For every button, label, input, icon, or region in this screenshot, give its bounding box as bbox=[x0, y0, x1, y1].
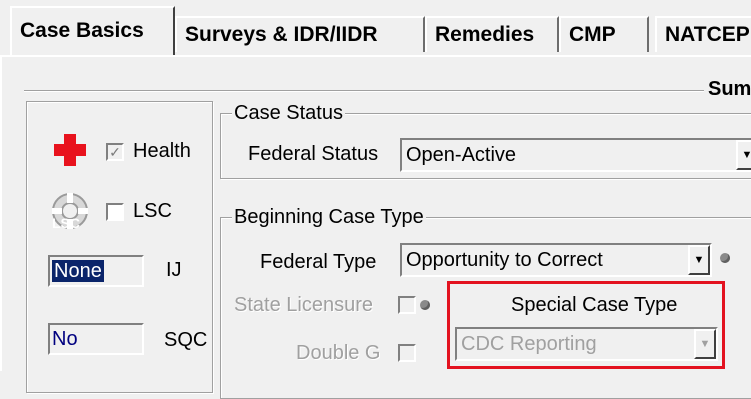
double-g-checkbox[interactable] bbox=[398, 344, 416, 362]
tab-label: Case Basics bbox=[20, 19, 144, 42]
red-cross-icon bbox=[54, 134, 86, 166]
double-g-label: Double G bbox=[296, 342, 381, 364]
lsc-wheel-icon: LSC bbox=[50, 191, 90, 231]
tab-natcep[interactable]: NATCEP bbox=[655, 16, 751, 52]
special-case-type-value: CDC Reporting bbox=[461, 333, 597, 355]
tab-surveys-idr-iidr[interactable]: Surveys & IDR/IIDR bbox=[175, 16, 425, 52]
federal-type-value: Opportunity to Correct bbox=[406, 249, 603, 271]
federal-type-indicator-icon bbox=[720, 253, 730, 263]
dropdown-arrow-icon[interactable]: ▼ bbox=[736, 140, 751, 170]
case-status-legend: Case Status bbox=[232, 102, 345, 125]
summary-groove bbox=[24, 90, 704, 92]
state-licensure-label: State Licensure bbox=[234, 294, 373, 316]
sqc-label: SQC bbox=[164, 329, 208, 351]
tab-label: Remedies bbox=[435, 23, 535, 46]
dropdown-arrow-icon[interactable]: ▼ bbox=[688, 245, 710, 275]
federal-type-select[interactable]: Opportunity to Correct ▼ bbox=[400, 243, 712, 277]
tab-remedies[interactable]: Remedies bbox=[425, 16, 559, 52]
special-case-type-label: Special Case Type bbox=[511, 294, 678, 316]
tab-label: CMP bbox=[569, 23, 616, 46]
health-label: Health bbox=[133, 140, 191, 162]
tab-cmp[interactable]: CMP bbox=[559, 16, 649, 52]
ij-value: None bbox=[52, 260, 104, 282]
state-licensure-checkbox[interactable] bbox=[398, 296, 416, 314]
tab-bar: Case Basics Surveys & IDR/IIDR Remedies … bbox=[0, 0, 751, 55]
special-case-type-select[interactable]: CDC Reporting ▼ bbox=[455, 327, 718, 361]
lsc-checkbox[interactable] bbox=[106, 203, 124, 221]
federal-status-label: Federal Status bbox=[248, 143, 379, 165]
case-basics-panel: Summa ✓ Health LSC LSC None IJ No SQC Ca… bbox=[0, 57, 751, 399]
beginning-case-type-legend: Beginning Case Type bbox=[232, 206, 426, 229]
ij-label: IJ bbox=[166, 259, 182, 281]
tab-case-basics[interactable]: Case Basics bbox=[10, 6, 175, 55]
ij-field[interactable]: None bbox=[48, 255, 144, 287]
tab-label: NATCEP bbox=[665, 23, 750, 46]
sqc-field[interactable]: No bbox=[48, 323, 144, 355]
sqc-value: No bbox=[52, 328, 78, 350]
federal-type-label: Federal Type bbox=[260, 251, 377, 273]
lsc-label: LSC bbox=[133, 200, 172, 222]
health-checkbox[interactable]: ✓ bbox=[106, 143, 124, 161]
state-licensure-indicator-icon bbox=[420, 300, 430, 310]
tab-label: Surveys & IDR/IIDR bbox=[185, 23, 378, 46]
check-icon: ✓ bbox=[109, 144, 121, 160]
dropdown-arrow-icon[interactable]: ▼ bbox=[694, 329, 716, 359]
federal-status-value: Open-Active bbox=[406, 144, 517, 166]
summary-label: Summa bbox=[708, 78, 751, 100]
federal-status-select[interactable]: Open-Active ▼ bbox=[400, 138, 751, 172]
lsc-icon-text: LSC bbox=[52, 215, 80, 231]
